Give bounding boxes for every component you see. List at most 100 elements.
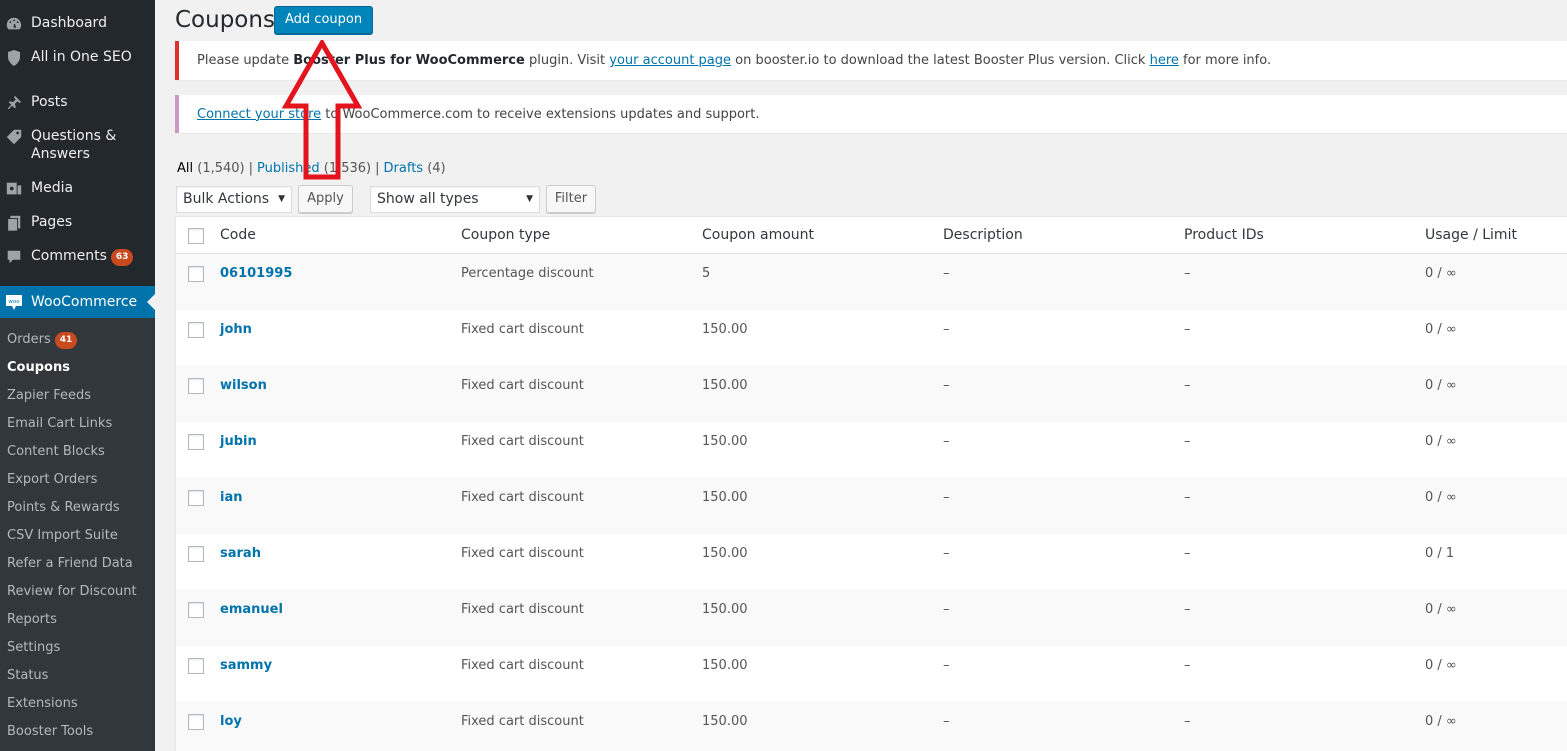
- table-row: emanuel Fixed cart discount 150.00 – – 0…: [176, 590, 1567, 646]
- row-checkbox[interactable]: [188, 658, 204, 674]
- coupon-type: Fixed cart discount: [461, 378, 584, 393]
- table-row: 06101995 Percentage discount 5 – – 0 / ∞: [176, 254, 1567, 310]
- comments-count-badge: 63: [110, 249, 134, 266]
- column-header-usage-limit: Usage / Limit: [1425, 227, 1517, 243]
- coupon-code-link[interactable]: 06101995: [220, 266, 292, 281]
- submenu-item-refer-a-friend-data[interactable]: Refer a Friend Data: [7, 554, 133, 574]
- coupon-usage-limit: 0 / ∞: [1425, 434, 1457, 449]
- submenu-item-status[interactable]: Status: [7, 666, 48, 686]
- coupon-description: –: [943, 546, 950, 561]
- coupon-description: –: [943, 322, 950, 337]
- coupon-product-ids: –: [1184, 658, 1191, 673]
- connect-store-link[interactable]: Connect your store: [197, 107, 321, 122]
- column-header-code[interactable]: Code: [220, 227, 256, 243]
- bulk-actions-select[interactable]: Bulk Actions ▼: [176, 186, 292, 213]
- sidebar-item-posts[interactable]: Posts: [0, 93, 155, 113]
- coupon-description: –: [943, 714, 950, 729]
- filter-all-link[interactable]: All (1,540): [177, 161, 245, 176]
- connect-notice-text: Connect your store to WooCommerce.com to…: [197, 106, 760, 122]
- select-all-checkbox[interactable]: [188, 228, 204, 244]
- add-coupon-button[interactable]: Add coupon: [274, 6, 374, 34]
- coupon-product-ids: –: [1184, 322, 1191, 337]
- submenu-item-email-cart-links[interactable]: Email Cart Links: [7, 414, 112, 434]
- coupon-code-link[interactable]: john: [220, 322, 252, 337]
- filter-button[interactable]: Filter: [546, 185, 596, 213]
- row-checkbox[interactable]: [188, 266, 204, 282]
- coupon-type-select[interactable]: Show all types ▼: [370, 186, 540, 213]
- submenu-item-settings[interactable]: Settings: [7, 638, 60, 658]
- admin-sidebar: Dashboard All in One SEO Posts Questions…: [0, 0, 155, 751]
- table-row: wilson Fixed cart discount 150.00 – – 0 …: [176, 366, 1567, 422]
- coupon-code-link[interactable]: loy: [220, 714, 242, 729]
- submenu-item-csv-import-suite[interactable]: CSV Import Suite: [7, 526, 118, 546]
- row-checkbox[interactable]: [188, 602, 204, 618]
- table-row: loy Fixed cart discount 150.00 – – 0 / ∞: [176, 702, 1567, 751]
- sidebar-item-woocommerce[interactable]: woo WooCommerce: [0, 286, 155, 318]
- sidebar-item-label: Questions & Answers: [31, 128, 117, 162]
- submenu-item-content-blocks[interactable]: Content Blocks: [7, 442, 105, 462]
- coupon-code-link[interactable]: wilson: [220, 378, 267, 393]
- row-checkbox[interactable]: [188, 434, 204, 450]
- sidebar-item-questions-answers[interactable]: Questions & Answers: [0, 127, 155, 163]
- filter-drafts-link[interactable]: Drafts (4): [384, 161, 446, 176]
- table-row: john Fixed cart discount 150.00 – – 0 / …: [176, 310, 1567, 366]
- coupon-code-link[interactable]: jubin: [220, 434, 257, 449]
- submenu-item-review-for-discount[interactable]: Review for Discount: [7, 582, 137, 602]
- tag-icon: [4, 127, 24, 147]
- coupon-type: Fixed cart discount: [461, 546, 584, 561]
- sidebar-item-all-in-one-seo[interactable]: All in One SEO: [0, 48, 155, 68]
- table-row: ian Fixed cart discount 150.00 – – 0 / ∞: [176, 478, 1567, 534]
- row-checkbox[interactable]: [188, 714, 204, 730]
- coupon-code-link[interactable]: ian: [220, 490, 242, 505]
- apply-button[interactable]: Apply: [298, 185, 353, 213]
- coupon-type: Fixed cart discount: [461, 714, 584, 729]
- coupon-code-link[interactable]: sammy: [220, 658, 272, 673]
- coupon-product-ids: –: [1184, 490, 1191, 505]
- pages-icon: [4, 213, 24, 233]
- column-header-coupon-type: Coupon type: [461, 227, 551, 243]
- submenu-item-zapier-feeds[interactable]: Zapier Feeds: [7, 386, 91, 406]
- dashboard-icon: [4, 14, 24, 34]
- submenu-item-extensions[interactable]: Extensions: [7, 694, 78, 714]
- status-filter-links: All (1,540) | Published (1,536) | Drafts (4): [177, 161, 446, 176]
- shield-icon: [4, 48, 24, 68]
- sidebar-item-media[interactable]: Media: [0, 179, 155, 199]
- coupon-amount: 150.00: [702, 546, 748, 561]
- sidebar-item-pages[interactable]: Pages: [0, 213, 155, 233]
- coupon-usage-limit: 0 / ∞: [1425, 322, 1457, 337]
- submenu-item-export-orders[interactable]: Export Orders: [7, 470, 97, 490]
- coupon-code-link[interactable]: emanuel: [220, 602, 283, 617]
- coupon-type: Percentage discount: [461, 266, 594, 281]
- submenu-item-orders[interactable]: Orders 41: [7, 330, 78, 350]
- coupon-amount: 150.00: [702, 602, 748, 617]
- submenu-item-booster-tools[interactable]: Booster Tools: [7, 722, 93, 742]
- account-page-link[interactable]: your account page: [609, 53, 731, 68]
- filter-published-link[interactable]: Published (1,536): [257, 161, 371, 176]
- sidebar-item-label: Comments 63: [31, 247, 134, 266]
- submenu-item-reports[interactable]: Reports: [7, 610, 57, 630]
- row-checkbox[interactable]: [188, 322, 204, 338]
- table-row: sammy Fixed cart discount 150.00 – – 0 /…: [176, 646, 1567, 702]
- coupon-product-ids: –: [1184, 546, 1191, 561]
- more-info-link[interactable]: here: [1150, 53, 1179, 68]
- table-row: jubin Fixed cart discount 150.00 – – 0 /…: [176, 422, 1567, 478]
- row-checkbox[interactable]: [188, 490, 204, 506]
- page-title: Coupons: [175, 7, 275, 33]
- row-checkbox[interactable]: [188, 546, 204, 562]
- coupon-code-link[interactable]: sarah: [220, 546, 261, 561]
- submenu-item-coupons[interactable]: Coupons: [7, 358, 70, 378]
- orders-count-badge: 41: [54, 332, 78, 349]
- sidebar-item-dashboard[interactable]: Dashboard: [0, 14, 155, 34]
- coupon-type: Fixed cart discount: [461, 658, 584, 673]
- sidebar-item-comments[interactable]: Comments 63: [0, 247, 155, 267]
- submenu-item-points-rewards[interactable]: Points & Rewards: [7, 498, 120, 518]
- row-checkbox[interactable]: [188, 378, 204, 394]
- update-notice-text: Please update Booster Plus for WooCommer…: [197, 53, 1272, 68]
- sidebar-item-label: Dashboard: [31, 15, 107, 31]
- comment-icon: [4, 247, 24, 267]
- coupon-usage-limit: 0 / ∞: [1425, 378, 1457, 393]
- column-header-coupon-amount: Coupon amount: [702, 227, 815, 243]
- update-notice: Please update Booster Plus for WooCommer…: [175, 41, 1567, 80]
- pin-icon: [4, 93, 24, 113]
- sidebar-item-label: All in One SEO: [31, 49, 132, 65]
